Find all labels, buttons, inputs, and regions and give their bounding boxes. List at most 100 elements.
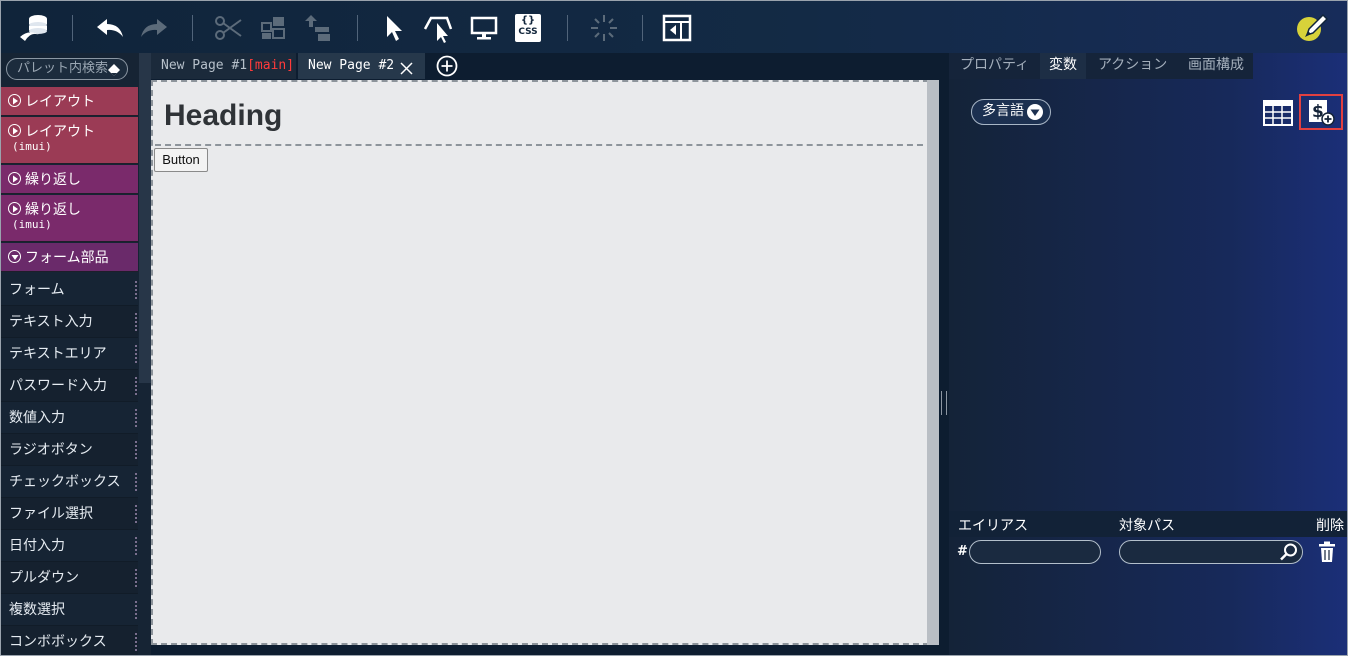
category-label: 繰り返し (25, 202, 81, 218)
toolbar-divider (642, 15, 643, 41)
right-tab[interactable]: 画面構成 (1179, 53, 1253, 79)
palette-item[interactable]: ファイル選択 (1, 498, 138, 530)
palette-item[interactable]: ラジオボタン (1, 434, 138, 466)
multilanguage-button[interactable]: 多言語 (971, 99, 1051, 125)
multilanguage-label: 多言語 (982, 103, 1024, 119)
canvas-scrollbar[interactable] (927, 80, 939, 645)
category-label: レイアウト (25, 94, 95, 110)
collapse-icon (8, 250, 21, 263)
palette-item[interactable]: プルダウン (1, 562, 138, 594)
undo-icon[interactable] (93, 11, 127, 45)
clear-search-icon[interactable] (107, 62, 121, 76)
tab-new-page-2[interactable]: New Page #2 (298, 53, 425, 79)
cut-icon[interactable] (211, 11, 245, 45)
row-hash: # (957, 544, 968, 559)
page-heading[interactable]: Heading (164, 99, 282, 133)
drag-handle (135, 473, 137, 491)
palette-item-label: ファイル選択 (9, 506, 93, 522)
drag-handle (135, 281, 137, 299)
table-view-icon[interactable] (1263, 100, 1293, 126)
palette-item-label: プルダウン (9, 570, 79, 586)
drag-handle (135, 345, 137, 363)
css-badge: {} CSS (515, 14, 541, 42)
canvas-button[interactable]: Button (154, 148, 208, 172)
select-area-icon[interactable] (421, 11, 455, 45)
path-column-header: 対象パス (1119, 518, 1175, 534)
target-path-input[interactable] (1119, 540, 1303, 564)
move-up-icon[interactable] (303, 11, 337, 45)
toolbar-divider (72, 15, 73, 41)
css-icon[interactable]: {} CSS (511, 11, 545, 45)
palette-category[interactable]: 繰り返し (imui) (1, 195, 147, 242)
category-sublabel: (imui) (12, 218, 52, 231)
palette-item[interactable]: フォーム (1, 274, 138, 306)
palette-item[interactable]: パスワード入力 (1, 370, 138, 402)
redo-icon[interactable] (137, 11, 171, 45)
drag-handle (135, 569, 137, 587)
dropdown-icon (1027, 104, 1043, 120)
alias-column-header: エイリアス (958, 518, 1028, 534)
right-tab[interactable]: アクション (1089, 53, 1176, 79)
drag-handle (135, 409, 137, 427)
palette-item[interactable]: 日付入力 (1, 530, 138, 562)
palette-category[interactable]: レイアウト (imui) (1, 117, 147, 164)
main-badge: [main] (247, 58, 295, 73)
palette-item[interactable]: 複数選択 (1, 594, 138, 626)
category-label: レイアウト (25, 124, 95, 140)
tab-new-page-1[interactable]: New Page #1[main] (151, 53, 296, 79)
panel-resize-handle[interactable] (941, 391, 947, 415)
toolbar-divider (567, 15, 568, 41)
toolbar-divider (192, 15, 193, 41)
tab-label: New Page #2 (308, 58, 395, 73)
delete-column-header: 削除 (1316, 518, 1344, 534)
edit-pencil-icon[interactable] (1295, 11, 1329, 45)
palette-category[interactable]: フォーム部品 (1, 243, 147, 272)
palette-item[interactable]: チェックボックス (1, 466, 138, 498)
select-pointer-icon[interactable] (377, 11, 411, 45)
category-label: 繰り返し (25, 172, 81, 188)
palette-item[interactable]: テキスト入力 (1, 306, 138, 338)
loading-icon[interactable] (587, 11, 621, 45)
drag-handle (135, 505, 137, 523)
category-sublabel: (imui) (12, 140, 52, 153)
design-canvas[interactable]: Heading Button (151, 80, 939, 645)
app-logo-icon[interactable] (17, 11, 51, 45)
expand-icon (8, 124, 21, 137)
palette-category[interactable]: レイアウト (1, 87, 147, 116)
right-panel: プロパティ 変数 アクション 画面構成 多言語 $ エイリアス 対象パス 削除 # (949, 53, 1347, 655)
add-variable-button[interactable]: $ (1299, 94, 1343, 130)
add-variable-icon: $ (1309, 100, 1335, 126)
palette-scrollbar[interactable] (139, 53, 151, 383)
right-tab[interactable]: 変数 (1040, 53, 1086, 79)
panel-layout-icon[interactable] (660, 11, 694, 45)
alias-input[interactable] (969, 540, 1101, 564)
drag-handle (135, 633, 137, 651)
page-tabs: New Page #1[main] New Page #2 (151, 53, 941, 79)
palette-item-label: ラジオボタン (9, 442, 93, 458)
drag-handle (135, 377, 137, 395)
expand-icon (8, 202, 21, 215)
drag-handle (135, 537, 137, 555)
trash-icon[interactable] (1317, 541, 1337, 563)
heading-container[interactable]: Heading (155, 84, 933, 146)
add-tab-icon[interactable] (436, 55, 458, 77)
tab-label: New Page #1 (161, 58, 248, 73)
preview-monitor-icon[interactable] (467, 11, 501, 45)
expand-icon (8, 94, 21, 107)
palette-item-label: 複数選択 (9, 602, 65, 618)
component-icon[interactable] (256, 11, 290, 45)
right-tab[interactable]: プロパティ (951, 53, 1038, 79)
palette-item-label: フォーム (9, 282, 65, 298)
palette-item[interactable]: コンボボックス (1, 626, 138, 655)
category-label: フォーム部品 (25, 250, 109, 266)
palette-item-label: 日付入力 (9, 538, 65, 554)
css-label: CSS (518, 27, 538, 37)
toolbar-divider (357, 15, 358, 41)
palette-item[interactable]: テキストエリア (1, 338, 138, 370)
drag-handle (135, 313, 137, 331)
palette-category[interactable]: 繰り返し (1, 165, 147, 194)
drag-handle (135, 601, 137, 619)
palette-item[interactable]: 数値入力 (1, 402, 138, 434)
app-window: {} CSS パレット内検索 レイアウト レイアウト (imui) 繰り返し 繰り返し(… (0, 0, 1348, 656)
search-icon[interactable] (1279, 542, 1299, 562)
